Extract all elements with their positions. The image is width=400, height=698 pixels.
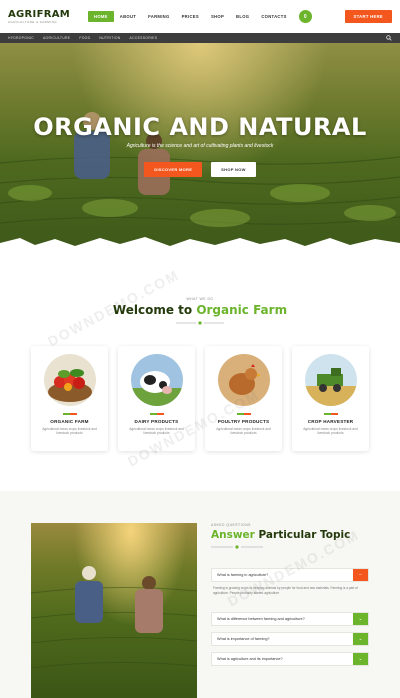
welcome-eyebrow: WHAT WE DO (186, 297, 214, 301)
category-agriculture[interactable]: AGRICULTURE (43, 36, 70, 40)
farmers-photo (31, 523, 197, 698)
start-here-button[interactable]: START HERE (344, 10, 392, 23)
logo-text: AGRIFRAM (8, 8, 70, 20)
site-header: AGRIFRAM AGRICULTURE & FARMING HOME ABOU… (0, 0, 400, 33)
cart-icon[interactable]: 0 (298, 10, 312, 23)
search-icon[interactable] (386, 35, 392, 41)
expand-icon[interactable]: ⌄ (353, 633, 368, 645)
nav-about[interactable]: ABOUT (114, 11, 142, 22)
nav-prices[interactable]: PRICES (176, 11, 205, 22)
faq-question-text: What is difference between farming and a… (217, 617, 305, 621)
hero-banner: ORGANIC AND NATURAL Agriculture is the s… (0, 43, 400, 253)
service-card-organic-farm[interactable]: ORGANIC FARM Agricultural mean crops liv… (31, 346, 108, 451)
harvester-image (304, 354, 357, 406)
logo-tagline: AGRICULTURE & FARMING (8, 19, 58, 24)
card-accent (323, 413, 338, 415)
nav-contacts[interactable]: CONTACTS (255, 11, 292, 22)
nav-shop[interactable]: SHOP (205, 11, 230, 22)
hero-title: ORGANIC AND NATURAL (33, 113, 367, 141)
category-hydroponic[interactable]: HYDROPONIC (8, 36, 34, 40)
cow-image (130, 354, 183, 406)
main-nav: HOME ABOUT FARMING PRICES SHOP BLOG CONT… (88, 11, 293, 22)
faq-question-4[interactable]: What is agriculture and its importance? … (211, 652, 369, 666)
hero-subtitle: Agriculture is the science and art of cu… (126, 143, 274, 149)
category-nutrition[interactable]: NUTRITION (99, 36, 120, 40)
welcome-section: WHAT WE DO Welcome to Organic Farm ORGAN… (0, 253, 400, 491)
logo[interactable]: AGRIFRAM AGRICULTURE & FARMING (8, 8, 70, 24)
faq-eyebrow: ASKED QUESTIONS (211, 523, 251, 527)
faq-question-2[interactable]: What is difference between farming and a… (211, 612, 369, 626)
service-card-crop-harvester[interactable]: CROP HARVESTER Agricultural mean crops l… (292, 346, 369, 451)
card-title: ORGANIC FARM (50, 418, 89, 424)
nav-farming[interactable]: FARMING (142, 11, 175, 22)
page: AGRIFRAM AGRICULTURE & FARMING HOME ABOU… (0, 0, 400, 698)
card-title: CROP HARVESTER (307, 418, 354, 424)
card-text: Agricultural mean crops livestock and li… (216, 426, 271, 436)
category-accessories[interactable]: ACCESSORIES (130, 36, 158, 40)
faq-question-3[interactable]: What is importance of farming? ⌄ (211, 632, 369, 646)
card-accent (149, 413, 164, 415)
card-accent (62, 413, 77, 415)
faq-title-highlight: Answer (211, 529, 259, 541)
card-title: DAIRY PRODUCTS (134, 418, 179, 424)
shop-now-button[interactable]: SHOP NOW (211, 162, 256, 177)
vegetables-image (43, 354, 96, 406)
faq-question-text: What is agriculture and its importance? (217, 657, 283, 661)
category-food[interactable]: FOOD (79, 36, 90, 40)
collapse-icon[interactable]: − (353, 569, 368, 581)
services-list: ORGANIC FARM Agricultural mean crops liv… (31, 346, 371, 451)
section-divider (176, 321, 224, 325)
welcome-title-highlight: Organic Farm (196, 303, 288, 317)
nav-home[interactable]: HOME (88, 11, 114, 22)
expand-icon[interactable]: ⌄ (353, 613, 368, 625)
category-bar: HYDROPONIC AGRICULTURE FOOD NUTRITION AC… (0, 33, 400, 43)
nav-blog[interactable]: BLOG (230, 11, 255, 22)
faq-divider (211, 545, 263, 549)
card-text: Agricultural mean crops livestock and li… (303, 426, 358, 436)
faq-question-text: What is importance of farming? (217, 637, 270, 641)
card-accent (236, 413, 251, 415)
discover-more-button[interactable]: DISCOVER MORE (144, 162, 203, 177)
expand-icon[interactable]: ⌄ (353, 653, 368, 665)
card-text: Agricultural mean crops livestock and li… (42, 426, 97, 436)
welcome-title: Welcome to Organic Farm (0, 303, 400, 317)
hero-buttons: DISCOVER MORE SHOP NOW (0, 162, 400, 177)
